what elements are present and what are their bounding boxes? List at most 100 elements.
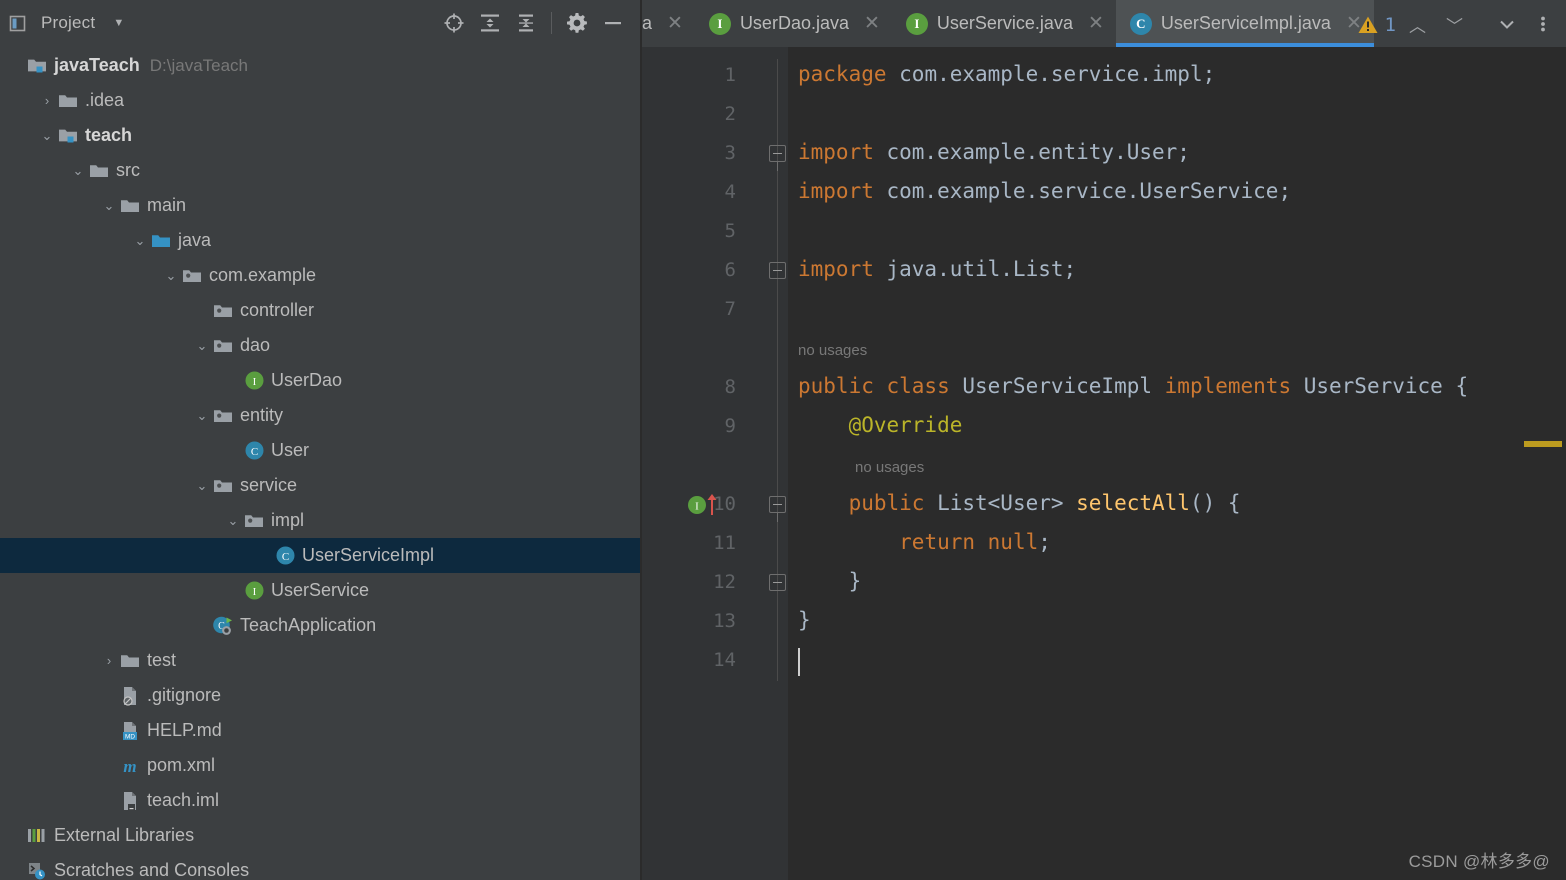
code-text-area[interactable]: package com.example.service.impl; import …: [788, 47, 1566, 880]
code-line: package com.example.service.impl;: [798, 62, 1216, 86]
editor-tab-label: UserDao.java: [739, 13, 849, 33]
tree-row[interactable]: · m pom.xml: [0, 748, 640, 783]
gear-icon[interactable]: [560, 6, 594, 40]
line-number: 9: [724, 415, 736, 437]
chevron-down-icon[interactable]: ⌄: [223, 514, 243, 527]
chevron-down-icon[interactable]: ⌄: [161, 269, 181, 282]
tree-row[interactable]: ⌄ teach: [0, 118, 640, 153]
line-number-gutter[interactable]: 1 2 3 4 5 6 7 8 9 10 11 12 13 14 I: [642, 47, 748, 880]
tree-row-selected[interactable]: · C UserServiceImpl: [0, 538, 640, 573]
tree-row[interactable]: ⌄ dao: [0, 328, 640, 363]
line-number: 12: [713, 571, 736, 593]
tree-row[interactable]: ⌄ main: [0, 188, 640, 223]
chevron-down-icon[interactable]: ⌄: [192, 339, 212, 352]
tree-row[interactable]: · MD HELP.md: [0, 713, 640, 748]
module-folder-icon: [57, 127, 79, 144]
tree-row[interactable]: · controller: [0, 293, 640, 328]
tree-row[interactable]: ·C TeachApplication: [0, 608, 640, 643]
project-panel-header: Project ▼: [0, 0, 640, 46]
chevron-down-icon[interactable]: ⌄: [192, 409, 212, 422]
tree-row[interactable]: · I UserService: [0, 573, 640, 608]
source-root-folder-icon: [150, 232, 172, 249]
chevron-up-icon[interactable]: ︿: [1402, 12, 1433, 37]
implementing-method-icon[interactable]: I: [686, 491, 724, 519]
line-number: 1: [724, 64, 736, 86]
chevron-down-icon[interactable]: ⌄: [130, 234, 150, 247]
line-number: 13: [713, 610, 736, 632]
project-tree[interactable]: · javaTeach D:\javaTeach › .idea ⌄ teach ⌄ src ⌄ m…: [0, 46, 640, 880]
inspection-widget[interactable]: 1 ︿ ﹀: [1357, 12, 1470, 37]
tree-arrow-spacer: ·: [254, 549, 274, 562]
fold-toggle-icon[interactable]: [769, 574, 786, 591]
tree-row[interactable]: › .idea: [0, 83, 640, 118]
tree-row-label: controller: [240, 300, 315, 320]
fold-toggle-icon[interactable]: [769, 496, 786, 513]
chevron-down-icon[interactable]: ﹀: [1439, 12, 1470, 37]
line-number: 2: [724, 103, 736, 125]
close-icon[interactable]: ✕: [667, 14, 683, 33]
tree-row[interactable]: ⌄ impl: [0, 503, 640, 538]
toolbar-divider: [551, 12, 552, 34]
inlay-hint-usages[interactable]: no usages: [798, 343, 867, 358]
editor-tab[interactable]: I UserDao.java ✕: [695, 0, 892, 47]
code-folding-gutter[interactable]: [748, 47, 788, 880]
code-editor[interactable]: 1 2 3 4 5 6 7 8 9 10 11 12 13 14 I package com.example…: [642, 47, 1566, 880]
tree-row[interactable]: · .gitignore: [0, 678, 640, 713]
line-number: 14: [713, 649, 736, 671]
tree-arrow-spacer: ·: [223, 584, 243, 597]
editor-tab-active[interactable]: C UserServiceImpl.java ✕: [1115, 0, 1374, 47]
tree-row[interactable]: · I UserDao: [0, 363, 640, 398]
package-icon: [212, 302, 234, 319]
line-number: 5: [724, 220, 736, 242]
editor-tab-label: UserService.java: [936, 13, 1073, 33]
tree-row[interactable]: ⌄ com.example: [0, 258, 640, 293]
tree-row[interactable]: · C User: [0, 433, 640, 468]
svg-text:I: I: [695, 501, 699, 513]
chevron-right-icon[interactable]: ›: [99, 654, 119, 667]
folder-icon: [88, 162, 110, 179]
tree-arrow-spacer: ·: [99, 689, 119, 702]
fold-toggle-icon[interactable]: [769, 145, 786, 162]
chevron-down-icon[interactable]: ⌄: [37, 129, 57, 142]
interface-icon: I: [243, 370, 265, 391]
chevron-down-icon[interactable]: ▼: [113, 17, 124, 29]
code-line: return null;: [899, 530, 1051, 554]
chevron-down-icon[interactable]: [1490, 7, 1524, 41]
tree-row[interactable]: ⌄ entity: [0, 398, 640, 433]
tree-row[interactable]: ⌄ java: [0, 223, 640, 258]
tree-row[interactable]: · teach.iml: [0, 783, 640, 818]
tree-row-label: UserService: [271, 580, 370, 600]
tree-row-label: User: [271, 440, 310, 460]
chevron-down-icon[interactable]: ⌄: [68, 164, 88, 177]
tree-row[interactable]: ⌄ service: [0, 468, 640, 503]
package-icon: [181, 267, 203, 284]
fold-toggle-icon[interactable]: [769, 262, 786, 279]
editor-tab[interactable]: a ✕: [642, 0, 695, 47]
tree-row[interactable]: · External Libraries: [0, 818, 640, 853]
package-icon: [212, 337, 234, 354]
chevron-down-icon[interactable]: ⌄: [192, 479, 212, 492]
tree-row[interactable]: › test: [0, 643, 640, 678]
tree-row[interactable]: ⌄ src: [0, 153, 640, 188]
svg-text:MD: MD: [125, 733, 135, 740]
chevron-right-icon[interactable]: ›: [37, 94, 57, 107]
line-number: 11: [713, 532, 736, 554]
close-icon[interactable]: ✕: [1088, 14, 1104, 33]
more-options-icon[interactable]: [1526, 7, 1560, 41]
expand-all-icon[interactable]: [473, 6, 507, 40]
folder-icon: [119, 197, 141, 214]
close-icon[interactable]: ✕: [864, 14, 880, 33]
markdown-file-icon: MD: [119, 721, 141, 741]
svg-text:m: m: [123, 757, 136, 776]
editor-tab[interactable]: I UserService.java ✕: [892, 0, 1116, 47]
chevron-down-icon[interactable]: ⌄: [99, 199, 119, 212]
locate-icon[interactable]: [437, 6, 471, 40]
inlay-hint-usages[interactable]: no usages: [855, 460, 924, 475]
collapse-all-icon[interactable]: [509, 6, 543, 40]
tree-row[interactable]: · javaTeach D:\javaTeach: [0, 48, 640, 83]
warning-scroll-marker[interactable]: [1524, 441, 1562, 447]
tree-arrow-spacer: ·: [6, 829, 26, 842]
tree-row-label: pom.xml: [147, 755, 216, 775]
minimize-icon[interactable]: [596, 6, 630, 40]
tree-row[interactable]: · Scratches and Consoles: [0, 853, 640, 880]
